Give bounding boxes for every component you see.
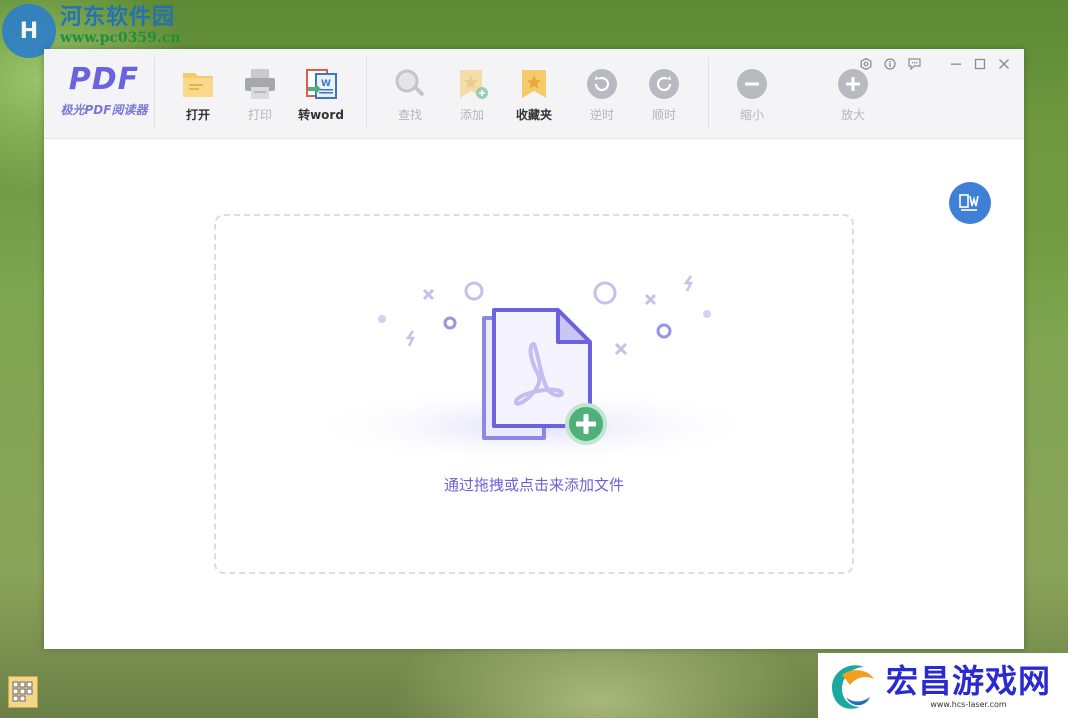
watermark-bottom-logo-icon <box>832 664 874 709</box>
window-controls <box>854 55 1016 73</box>
zoom-out-button[interactable]: 缩小 <box>724 67 780 123</box>
brand: PDF 极光PDF阅读器 <box>54 63 154 118</box>
add-favorite-button[interactable]: 添加 <box>444 67 500 123</box>
folder-icon <box>181 67 215 101</box>
maximize-icon[interactable] <box>968 55 992 73</box>
watermark-bottom: 宏昌游戏网 www.hcs-laser.com <box>818 653 1068 718</box>
info-icon[interactable] <box>878 55 902 73</box>
convert-word-icon: W <box>304 67 338 101</box>
find-label: 查找 <box>397 108 422 122</box>
zoom-out-icon <box>735 67 769 101</box>
watermark-bottom-title: 宏昌游戏网 <box>886 662 1052 700</box>
search-icon <box>393 67 427 101</box>
add-label: 添加 <box>459 108 484 122</box>
toolbar: PDF 极光PDF阅读器 打开 打印 W 转word 查找 添加 收藏夹 逆时 … <box>44 49 1024 139</box>
watermark-bottom-url: www.hcs-laser.com <box>930 700 1007 709</box>
dropzone-hint: 通过拖拽或点击来添加文件 <box>443 476 624 494</box>
printer-icon <box>243 67 277 101</box>
watermark-url: www.pc0359.cn <box>60 30 181 46</box>
rotate-ccw-label: 逆时 <box>589 108 614 122</box>
favorites-button[interactable]: 收藏夹 <box>506 67 562 123</box>
minimize-icon[interactable] <box>944 55 968 73</box>
bookmark-add-icon <box>455 67 489 101</box>
pdf-to-word-icon <box>959 194 979 211</box>
zoom-in-label: 放大 <box>840 108 865 122</box>
bookmark-icon <box>517 67 551 101</box>
rotate-ccw-button[interactable]: 逆时 <box>574 67 630 123</box>
feedback-icon[interactable] <box>902 55 926 73</box>
to-word-button[interactable]: W 转word <box>293 67 349 123</box>
taskbar-app-icon[interactable] <box>8 676 38 708</box>
rotate-cw-label: 顺时 <box>651 108 676 122</box>
brand-name: 极光PDF阅读器 <box>60 103 148 117</box>
favorites-label: 收藏夹 <box>515 108 552 122</box>
svg-text:W: W <box>321 79 331 89</box>
print-button[interactable]: 打印 <box>232 67 288 123</box>
open-button[interactable]: 打开 <box>170 67 226 123</box>
find-button[interactable]: 查找 <box>382 67 438 123</box>
rotate-cw-button[interactable]: 顺时 <box>636 67 692 123</box>
file-dropzone[interactable]: 通过拖拽或点击来添加文件 <box>214 214 854 574</box>
rotate-right-icon <box>647 67 681 101</box>
to-word-label: 转word <box>298 108 344 122</box>
rotate-left-icon <box>585 67 619 101</box>
settings-icon[interactable] <box>854 55 878 73</box>
watermark-title: 河东软件园 <box>60 4 176 30</box>
open-label: 打开 <box>185 108 210 122</box>
toolbar-divider <box>154 57 155 129</box>
close-icon[interactable] <box>992 55 1016 73</box>
brand-logo: PDF <box>68 62 140 97</box>
zoom-out-label: 缩小 <box>739 108 764 122</box>
app-window: PDF 极光PDF阅读器 打开 打印 W 转word 查找 添加 收藏夹 逆时 … <box>44 49 1024 649</box>
print-label: 打印 <box>247 108 272 122</box>
floating-convert-button[interactable] <box>949 182 991 224</box>
toolbar-divider <box>366 57 367 129</box>
toolbar-divider <box>708 57 709 129</box>
zoom-in-button[interactable]: 放大 <box>825 67 881 123</box>
